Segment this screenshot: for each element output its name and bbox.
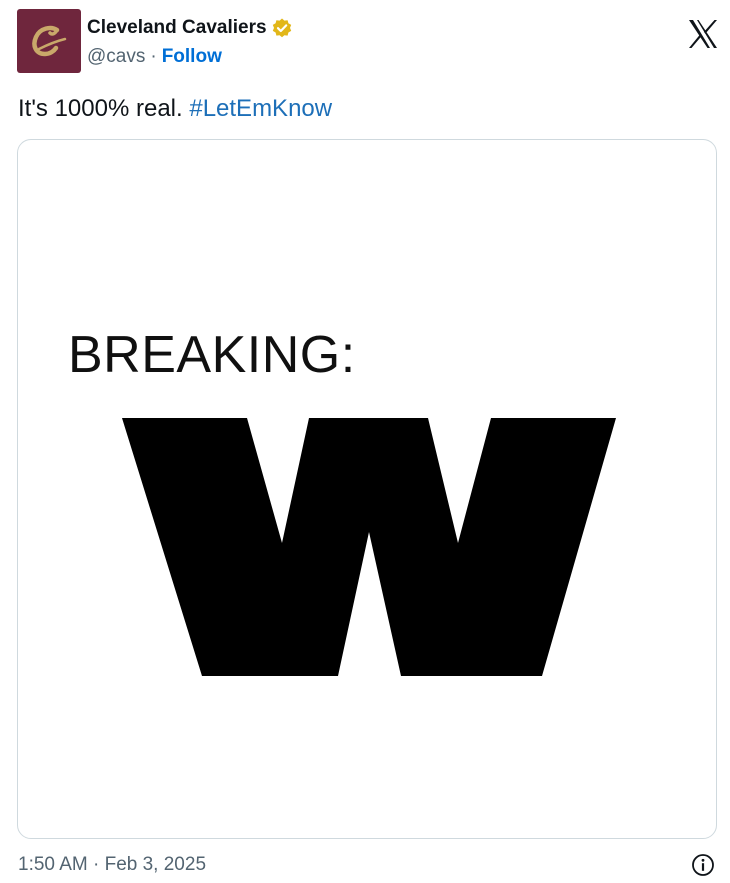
cavs-c-logo-icon <box>17 9 81 73</box>
avatar[interactable] <box>17 9 81 73</box>
follow-button[interactable]: Follow <box>162 46 222 68</box>
handle-row: @cavs · Follow <box>87 45 222 69</box>
x-logo-icon[interactable] <box>687 19 719 49</box>
tweet-body: It's 1000% real. <box>18 95 190 122</box>
tweet-header: Cleveland Cavaliers @cavs · Follow <box>17 9 717 75</box>
breaking-headline: BREAKING: <box>68 326 356 384</box>
verified-badge-icon <box>272 18 291 38</box>
name-row: Cleveland Cavaliers <box>87 16 293 40</box>
handle[interactable]: @cavs <box>87 46 145 68</box>
separator-dot: · <box>150 46 157 67</box>
timestamp[interactable]: 1:50 AM · Feb 3, 2025 <box>18 852 206 878</box>
tweet-footer: 1:50 AM · Feb 3, 2025 <box>18 852 718 878</box>
display-name[interactable]: Cleveland Cavaliers <box>87 17 267 39</box>
hashtag-link[interactable]: #LetEmKnow <box>189 95 332 122</box>
info-icon[interactable] <box>691 853 715 877</box>
big-w-graphic: W <box>122 418 616 676</box>
media-card[interactable]: BREAKING: W <box>17 139 717 839</box>
tweet-text: It's 1000% real. #LetEmKnow <box>18 94 332 124</box>
